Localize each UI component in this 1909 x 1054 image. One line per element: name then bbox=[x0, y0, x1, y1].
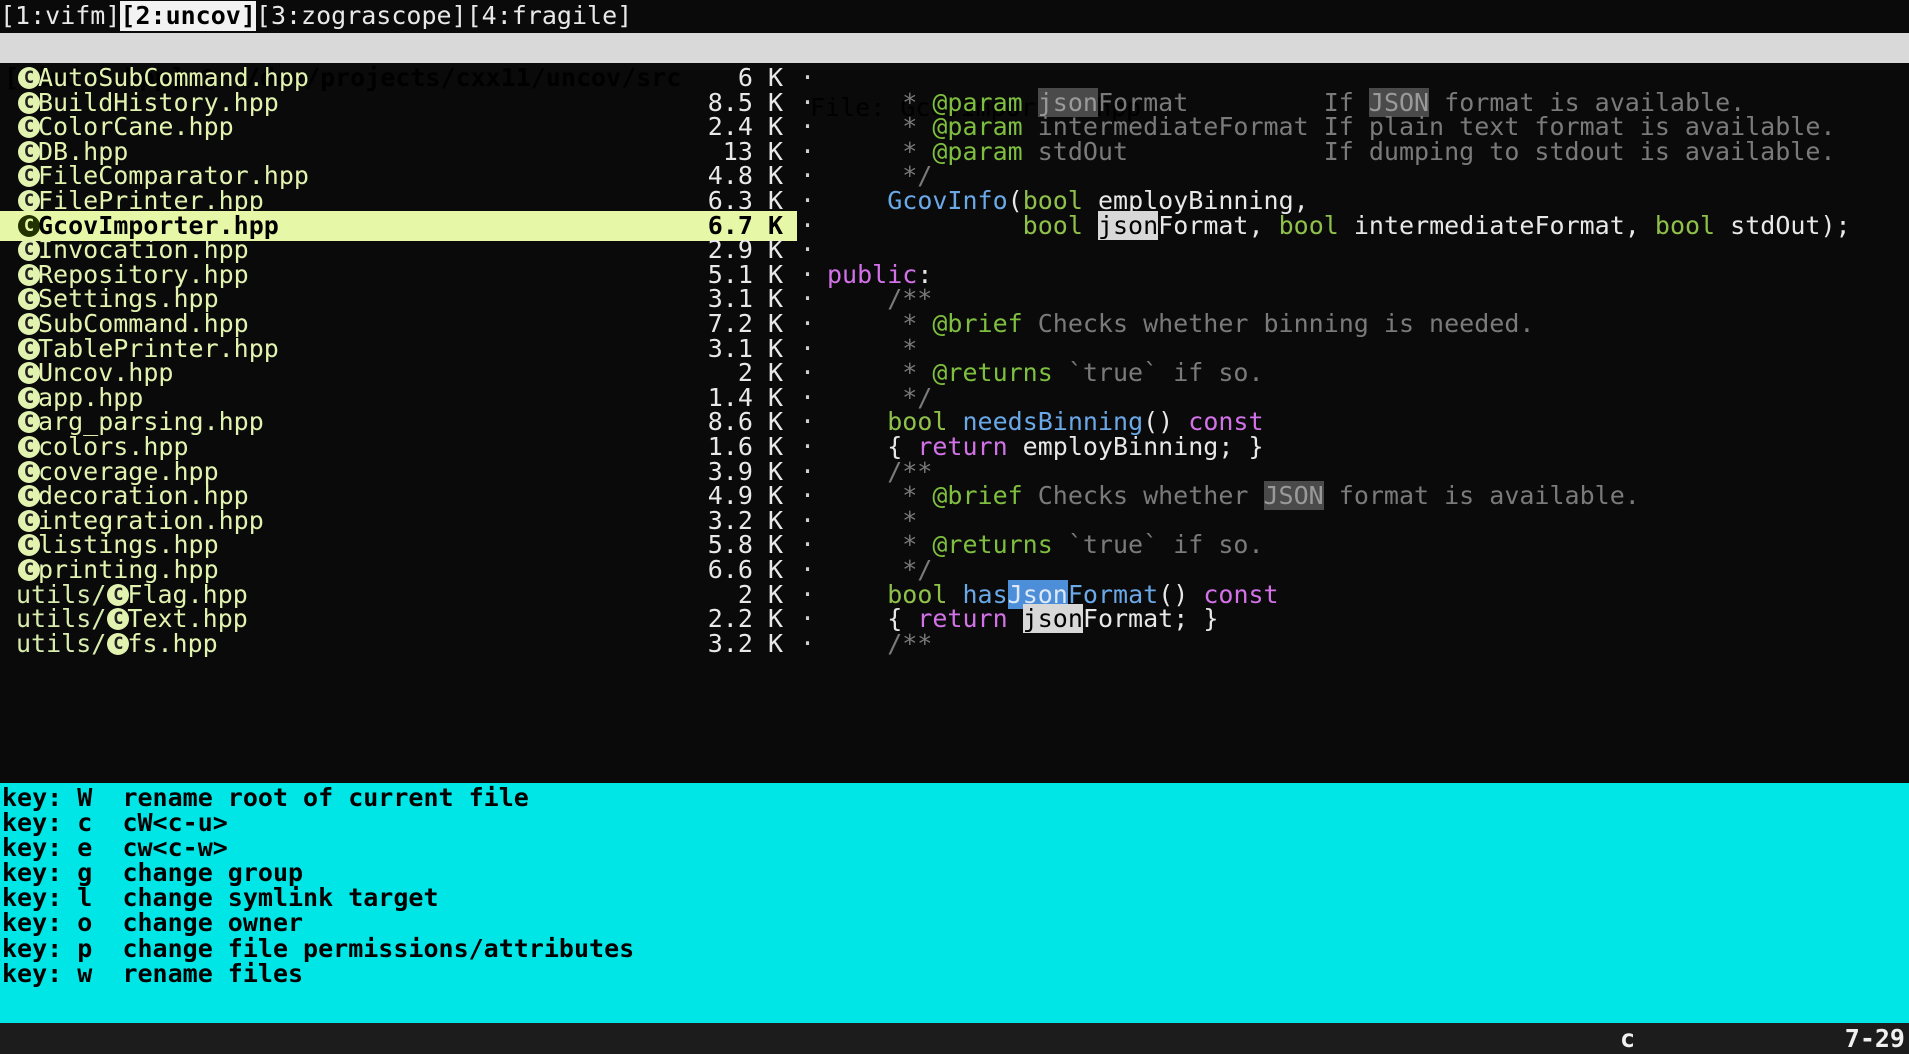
cpp-header-icon: C bbox=[18, 337, 40, 360]
cpp-header-icon: C bbox=[18, 460, 40, 483]
cpp-header-icon: C bbox=[18, 190, 40, 212]
cpp-header-icon: C bbox=[18, 436, 40, 458]
cpp-header-icon: C bbox=[18, 239, 40, 262]
cpp-header-icon: C bbox=[18, 288, 40, 311]
file-name: fs.hpp bbox=[127, 628, 218, 658]
cpp-header-icon: C bbox=[18, 509, 40, 532]
code-token: json bbox=[1097, 210, 1159, 240]
cpp-header-icon: C bbox=[107, 632, 130, 655]
code-token: @returns bbox=[932, 530, 1053, 560]
code-token: Format; } bbox=[1082, 604, 1219, 634]
cpp-header-icon: C bbox=[18, 559, 40, 581]
key-name: w bbox=[77, 958, 93, 988]
tab-4[interactable]: [4:fragile] bbox=[467, 1, 633, 31]
cpp-header-icon: C bbox=[18, 411, 40, 434]
code-token: @returns bbox=[932, 358, 1053, 388]
cpp-header-icon: C bbox=[18, 116, 40, 139]
code-token: @brief bbox=[932, 481, 1023, 511]
code-token: Checks whether bbox=[1022, 481, 1264, 511]
cpp-header-icon: C bbox=[18, 485, 40, 508]
code-token: intermediateFormat, bbox=[1338, 210, 1655, 240]
code-token: employBinning; } bbox=[1007, 432, 1264, 461]
pending-command: c bbox=[1620, 1024, 1636, 1053]
cpp-header-icon: C bbox=[18, 313, 40, 335]
code-token: format is available. bbox=[1323, 481, 1640, 511]
tab-1[interactable]: [1:vifm] bbox=[0, 1, 120, 31]
cpp-header-icon: C bbox=[18, 214, 40, 237]
cpp-header-icon: C bbox=[18, 91, 40, 114]
tab-3[interactable]: [3:zograscope] bbox=[256, 1, 467, 31]
code-token: @param bbox=[932, 136, 1023, 166]
code-token: `true` if so. bbox=[1052, 530, 1264, 560]
cpp-header-icon: C bbox=[18, 263, 40, 286]
key-description: rename files bbox=[122, 958, 304, 988]
cpp-header-icon: C bbox=[18, 386, 40, 409]
dir-prefix: utils/ bbox=[16, 628, 107, 658]
code-token: /** bbox=[827, 628, 933, 658]
code-line: /** bbox=[827, 629, 932, 659]
cpp-header-icon: C bbox=[18, 362, 40, 385]
file-row[interactable]: utils/Cfs.hpp 3.2 K bbox=[0, 629, 797, 659]
status-bar: c 7-29 bbox=[0, 1023, 1909, 1054]
cpp-header-icon: C bbox=[18, 165, 40, 188]
tab-2[interactable]: [2:uncov] bbox=[120, 1, 256, 31]
code-token: Format, bbox=[1158, 210, 1279, 240]
cpp-header-icon: C bbox=[18, 67, 40, 89]
file-preview: * @param jsonFormat If JSON format is av… bbox=[827, 63, 1907, 783]
code-token: json bbox=[1022, 604, 1083, 634]
key-help-panel: key: W rename root of current file key: c… bbox=[0, 783, 1909, 1023]
code-token: bool bbox=[1654, 210, 1716, 240]
cpp-header-icon: C bbox=[107, 608, 130, 631]
title-bar: [Find *.hpp] @ ~/dev/projects/cxx11/unco… bbox=[0, 33, 1909, 122]
code-token: `true` if so. bbox=[1052, 358, 1264, 388]
cpp-header-icon: C bbox=[18, 534, 40, 557]
code-token: bool bbox=[1022, 210, 1083, 240]
code-line: * @param stdOut If dumping to stdout is … bbox=[827, 137, 1835, 167]
code-line: bool jsonFormat, bool intermediateFormat… bbox=[827, 210, 1851, 241]
separator-dot: · bbox=[800, 628, 816, 658]
cursor-position: 7-29 bbox=[1844, 1024, 1905, 1053]
file-list[interactable]: C AutoSubCommand.hpp 6 K C BuildHistory.hpp 8… bbox=[0, 63, 800, 783]
code-token: stdOut If dumping to stdout is available… bbox=[1022, 136, 1836, 166]
code-token: Checks whether binning is needed. bbox=[1022, 309, 1535, 338]
code-token: JSON bbox=[1263, 481, 1324, 511]
key-help-item: key: w rename files bbox=[2, 959, 303, 989]
file-size: 3.2 K bbox=[707, 628, 783, 658]
code-line: * @brief Checks whether JSON format is a… bbox=[827, 481, 1640, 511]
tab-bar: [1:vifm][2:uncov][3:zograscope][4:fragil… bbox=[0, 1, 1909, 31]
key-prefix: key: bbox=[2, 958, 78, 988]
code-token: @brief bbox=[932, 309, 1023, 338]
cpp-header-icon: C bbox=[18, 140, 40, 163]
code-token: bool bbox=[1278, 210, 1339, 240]
code-line: * @brief Checks whether binning is neede… bbox=[827, 309, 1534, 339]
cpp-header-icon: C bbox=[107, 583, 130, 606]
code-token: stdOut); bbox=[1715, 210, 1851, 240]
